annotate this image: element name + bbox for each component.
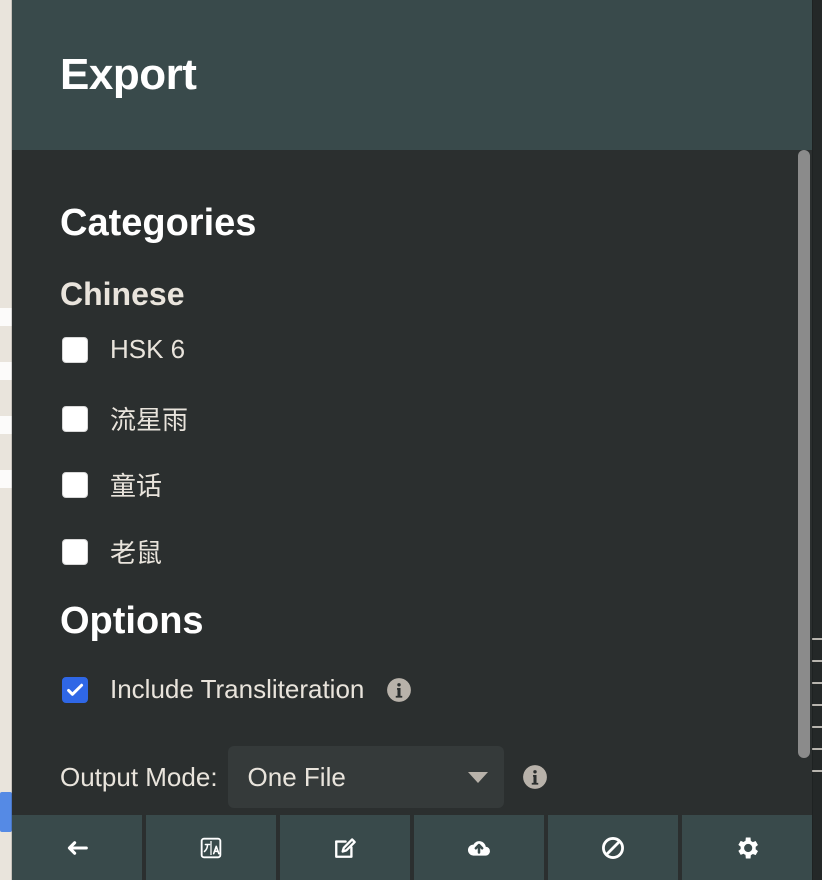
right-strip-tick (812, 682, 822, 684)
category-checkbox[interactable] (62, 405, 88, 432)
info-circle-icon[interactable] (386, 677, 412, 703)
app-right-strip (812, 0, 822, 880)
category-checkbox-row[interactable]: 老鼠 (62, 533, 162, 570)
edit-icon (335, 837, 356, 858)
category-checkbox[interactable] (62, 471, 88, 498)
category-checkbox-row[interactable]: 流星雨 (62, 400, 188, 437)
popup-title: Export (60, 50, 197, 99)
back-button[interactable] (12, 815, 142, 880)
output-mode-selected: One File (247, 761, 346, 792)
include-transliteration-checkbox[interactable] (62, 676, 88, 703)
popup-content: Categories Chinese HSK 6 流星雨 童话 老鼠 Optio… (12, 150, 812, 815)
options-heading: Options (60, 600, 204, 642)
gear-icon (738, 837, 758, 858)
cloud-upload-icon (467, 840, 490, 856)
disable-button[interactable] (548, 815, 678, 880)
right-strip-tick (812, 726, 822, 728)
output-mode-select[interactable]: One File (227, 746, 504, 808)
chevron-down-icon (467, 771, 488, 783)
output-mode-label: Output Mode: (60, 761, 218, 792)
category-label: 流星雨 (110, 405, 189, 435)
ban-icon (602, 836, 624, 859)
left-edge-accent (0, 792, 12, 832)
right-strip-tick (812, 638, 822, 640)
category-checkbox[interactable] (62, 336, 88, 363)
app-left-strip (0, 0, 12, 880)
category-label: 童话 (110, 471, 163, 501)
checkmark-icon (67, 683, 84, 696)
upload-button[interactable] (414, 815, 544, 880)
category-checkbox-row[interactable]: HSK 6 (62, 334, 185, 365)
export-popup: Export Categories Chinese HSK 6 流星雨 童话 老… (12, 0, 812, 880)
include-transliteration-label: Include Transliteration (110, 674, 365, 704)
left-strip-highlight (0, 308, 12, 326)
left-strip-highlight (0, 416, 12, 434)
category-group-title: Chinese (60, 276, 185, 312)
category-label: 老鼠 (110, 538, 163, 568)
translate-icon (200, 837, 222, 858)
info-circle-icon[interactable] (522, 764, 548, 790)
edit-button[interactable] (280, 815, 410, 880)
arrow-left-icon (67, 840, 88, 855)
bottom-toolbar (12, 815, 812, 880)
left-strip-highlight (0, 362, 12, 380)
scrollbar-thumb[interactable] (798, 150, 810, 758)
right-strip-tick (812, 748, 822, 750)
settings-button[interactable] (682, 815, 812, 880)
right-strip-tick (812, 660, 822, 662)
category-checkbox[interactable] (62, 538, 88, 565)
popup-header: Export (12, 0, 812, 150)
translate-button[interactable] (146, 815, 276, 880)
include-transliteration-row[interactable]: Include Transliteration (62, 674, 412, 705)
categories-heading: Categories (60, 202, 257, 244)
right-strip-tick (812, 770, 822, 772)
output-mode-row: Output Mode: One File (60, 746, 548, 808)
category-checkbox-row[interactable]: 童话 (62, 466, 162, 503)
left-strip-highlight (0, 470, 12, 488)
category-label: HSK 6 (110, 334, 186, 364)
vertical-scrollbar[interactable] (794, 150, 812, 815)
right-strip-tick (812, 704, 822, 706)
